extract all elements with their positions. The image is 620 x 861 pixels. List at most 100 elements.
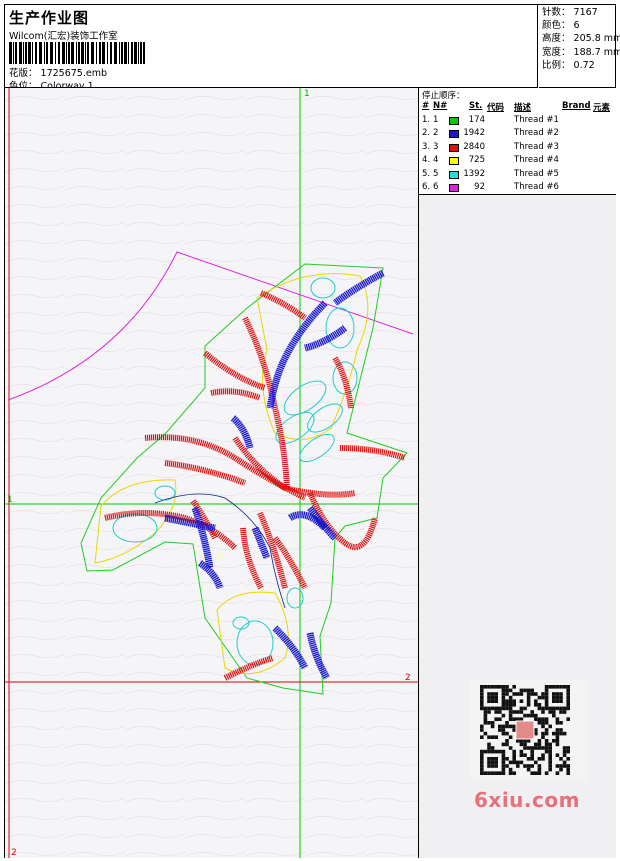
design-width-value: 188.7 mm (573, 46, 620, 58)
qr-module (487, 721, 491, 725)
qr-module (505, 706, 509, 711)
qr-module (498, 717, 502, 721)
thread-color-swatch (449, 143, 459, 152)
thread-index: 4. (422, 155, 431, 166)
qr-module (512, 717, 516, 721)
qr-module (559, 699, 563, 703)
qr-module (494, 771, 498, 775)
qr-module (544, 742, 549, 747)
qr-module (480, 749, 484, 754)
qr-module (512, 703, 516, 707)
qr-module (494, 749, 498, 754)
barcode-bar (131, 42, 133, 64)
qr-module (512, 699, 516, 703)
qr-module (480, 753, 484, 757)
thread-row: 6. 6 92 Thread #6 (419, 182, 616, 195)
qr-module (498, 771, 502, 775)
qr-module (530, 753, 534, 757)
qr-module (508, 706, 513, 711)
qr-module (537, 717, 542, 721)
qr-module (490, 721, 495, 725)
thread-row: 4. 4 725 Thread #4 (419, 155, 616, 168)
qr-module (508, 735, 513, 739)
color-count: 颜色： 6 (542, 19, 615, 32)
qr-module (544, 703, 549, 707)
design-height: 高度： 205.8 mm (542, 32, 620, 45)
qr-module (483, 731, 488, 736)
qr-module (490, 749, 495, 754)
qr-module (562, 749, 567, 754)
qr-module (552, 685, 556, 689)
guide-label-right: 2 (405, 673, 411, 683)
qr-module (526, 699, 531, 703)
thread-number: 1 (433, 115, 439, 125)
qr-module (555, 735, 560, 739)
qr-module (552, 706, 556, 711)
thread-index: 2. (422, 128, 431, 139)
thread-index: 3. (422, 141, 431, 152)
barcode-bar (46, 42, 48, 64)
qr-module (541, 731, 545, 736)
qr-module (559, 731, 563, 736)
qr-module (537, 767, 542, 772)
barcode-bar (143, 42, 145, 64)
qr-module (559, 710, 563, 714)
qr-module (559, 685, 563, 689)
thread-color-swatch (449, 130, 459, 139)
qr-module (552, 710, 556, 714)
qr-module (501, 695, 506, 700)
barcode-bar (96, 42, 97, 64)
qr-module (494, 757, 498, 761)
qr-module (480, 699, 484, 703)
qr-module (512, 753, 516, 757)
barcode-bar (28, 42, 31, 64)
qr-module (562, 764, 567, 768)
qr-module (559, 721, 563, 725)
qr-module (530, 764, 534, 768)
qr-module (501, 703, 506, 707)
qr-module (508, 713, 513, 718)
qr-module (555, 717, 560, 721)
page-title: 生产作业图 (9, 9, 90, 27)
qr-module (508, 703, 513, 707)
qr-module (483, 749, 488, 754)
qr-module (566, 692, 570, 696)
qr-module (555, 692, 560, 696)
qr-module (537, 695, 542, 700)
qr-module (508, 695, 513, 700)
barcode-bar (138, 42, 139, 64)
barcode-bar (110, 42, 112, 64)
qr-module (548, 757, 552, 761)
thread-stitch-count: 2840 (463, 141, 485, 152)
qr-module (552, 699, 556, 703)
qr-module (530, 713, 534, 718)
qr-module (526, 739, 531, 743)
qr-module (555, 728, 560, 732)
qr-module (490, 685, 495, 689)
qr-module (480, 695, 484, 700)
qr-module (526, 764, 531, 768)
barcode-bar (71, 42, 74, 64)
col-header-st: St. (469, 101, 483, 111)
barcode-bar (81, 42, 84, 64)
qr-module (555, 695, 560, 700)
qr-module (512, 771, 516, 775)
design-ratio: 比例： 0.72 (542, 59, 615, 72)
design-ratio-value: 0.72 (573, 59, 595, 71)
qr-module (530, 692, 534, 696)
qr-module (494, 699, 498, 703)
guide-label-left: 1 (7, 495, 13, 505)
qr-module (519, 706, 524, 711)
qr-module (552, 692, 556, 696)
stitch-count-value: 7167 (573, 7, 598, 18)
col-header-n: N# (433, 101, 448, 111)
barcode-bar (68, 42, 70, 64)
qr-module (519, 749, 524, 754)
qr-module (523, 688, 527, 693)
qr-module (501, 757, 506, 761)
design-canvas[interactable]: 1 1 2 2 (5, 88, 419, 858)
qr-module (566, 749, 570, 754)
qr-module (487, 757, 491, 761)
qr-module (516, 692, 520, 696)
qr-module (508, 688, 513, 693)
